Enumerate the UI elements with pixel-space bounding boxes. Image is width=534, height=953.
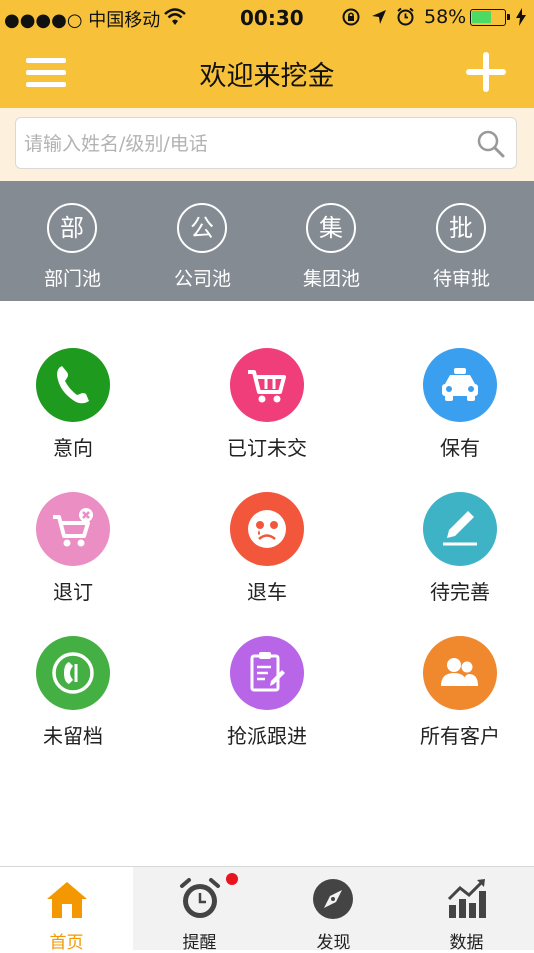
clipboard-edit-icon [230, 636, 304, 710]
approval-glyph-icon: 批 [436, 203, 486, 253]
grid-label: 待完善 [430, 580, 490, 604]
tab-label: 发现 [316, 933, 351, 953]
pool-pending-approval[interactable]: 批 待审批 [395, 181, 528, 301]
alarm-icon [397, 7, 414, 26]
chart-icon [447, 879, 486, 918]
grid-item-owned[interactable]: 保有 [371, 348, 534, 478]
carrier-text: ●●●●○ 中国移动 [4, 10, 161, 31]
grid-label: 退车 [247, 580, 287, 604]
add-button[interactable] [458, 46, 514, 98]
nav-bar: 欢迎来挖金 [0, 36, 534, 108]
grid-item-not-recorded[interactable]: 未留档 [0, 636, 162, 766]
grid-item-return-car[interactable]: 退车 [178, 492, 356, 622]
grid-item-intent[interactable]: 意向 [0, 348, 162, 478]
clock-text: 00:30 [240, 6, 304, 30]
pool-department[interactable]: 部 部门池 [6, 181, 139, 301]
phone-icon [36, 348, 110, 422]
battery-icon [470, 9, 510, 26]
wifi-icon [164, 8, 186, 25]
grid-label: 未留档 [43, 724, 103, 748]
cart-icon [230, 348, 304, 422]
search-input[interactable] [22, 126, 476, 162]
alarm-clock-icon [180, 878, 220, 918]
search-box [15, 117, 517, 169]
tab-data[interactable]: 数据 [400, 867, 533, 953]
sad-face-icon [230, 492, 304, 566]
tab-label: 数据 [449, 933, 484, 953]
pool-label: 待审批 [432, 268, 490, 290]
grid-label: 所有客户 [420, 724, 500, 748]
no-record-phone-icon [36, 636, 110, 710]
compass-icon [313, 879, 353, 919]
pool-company[interactable]: 公 公司池 [136, 181, 269, 301]
group-glyph-icon: 集 [306, 203, 356, 253]
pencil-icon [423, 492, 497, 566]
page-title: 欢迎来挖金 [199, 61, 335, 92]
notification-badge [226, 873, 238, 885]
grid-label: 已订未交 [227, 436, 307, 460]
tab-reminder[interactable]: 提醒 [133, 867, 266, 953]
company-glyph-icon: 公 [177, 203, 227, 253]
grid-item-unsubscribe[interactable]: 退订 [0, 492, 162, 622]
grid-label: 退订 [53, 580, 93, 604]
battery-percent: 58% [424, 6, 467, 28]
grid-label: 意向 [53, 436, 93, 460]
home-icon [47, 882, 87, 918]
search-icon[interactable] [476, 129, 506, 159]
tab-label: 提醒 [182, 933, 217, 953]
pool-label: 公司池 [173, 268, 231, 290]
pool-group[interactable]: 集 集团池 [265, 181, 398, 301]
pool-label: 集团池 [302, 268, 360, 290]
users-icon [423, 636, 497, 710]
plus-icon [466, 52, 506, 92]
pool-row: 部 部门池 公 公司池 集 集团池 批 待审批 [0, 181, 534, 301]
tab-discover[interactable]: 发现 [267, 867, 400, 953]
status-bar: ●●●●○ 中国移动 00:30 58% [0, 0, 534, 36]
grid-item-ordered-undelivered[interactable]: 已订未交 [178, 348, 356, 478]
car-icon [423, 348, 497, 422]
grid-label: 保有 [440, 436, 480, 460]
rotation-lock-icon [342, 8, 360, 26]
tab-label: 首页 [49, 933, 84, 953]
grid-item-all-customers[interactable]: 所有客户 [371, 636, 534, 766]
grid-item-to-complete[interactable]: 待完善 [371, 492, 534, 622]
tab-home[interactable]: 首页 [0, 867, 133, 953]
location-arrow-icon [372, 10, 386, 24]
tab-bar: 首页 提醒 发现 数据 [0, 866, 534, 953]
charging-bolt-icon [516, 8, 526, 26]
cart-cancel-icon [36, 492, 110, 566]
department-glyph-icon: 部 [47, 203, 97, 253]
search-area [0, 108, 534, 181]
grid-item-grab-follow-up[interactable]: 抢派跟进 [178, 636, 356, 766]
grid-label: 抢派跟进 [227, 724, 307, 748]
pool-label: 部门池 [43, 268, 101, 290]
